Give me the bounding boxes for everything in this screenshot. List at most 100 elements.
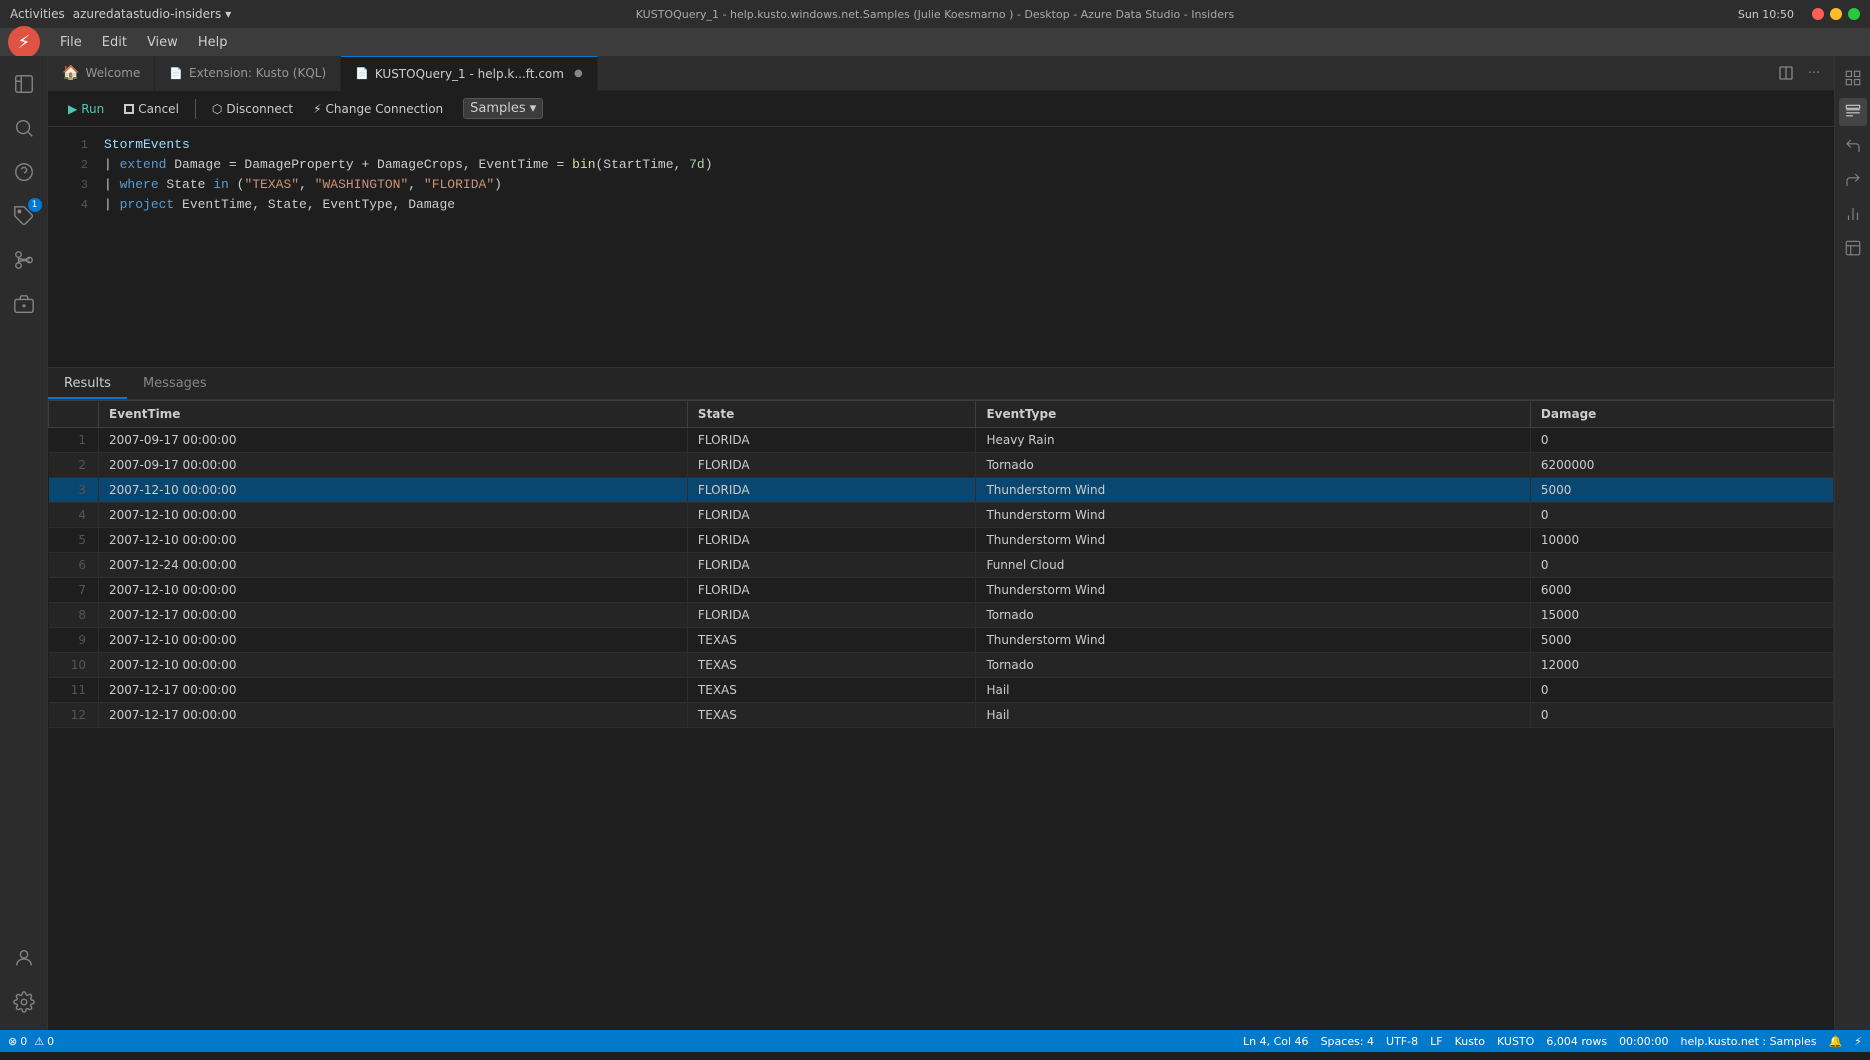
database-selector[interactable]: Samples ▾: [463, 98, 543, 119]
code-token: Damage = DamageProperty + DamageCrops, E…: [166, 157, 572, 172]
table-row[interactable]: 52007-12-10 00:00:00FLORIDAThunderstorm …: [49, 528, 1834, 553]
row-number: 11: [49, 678, 99, 703]
code-editor[interactable]: 1StormEvents2| extend Damage = DamagePro…: [48, 127, 1834, 367]
right-panel-icon-4[interactable]: [1839, 166, 1867, 194]
code-line-1[interactable]: 1StormEvents: [48, 135, 1834, 155]
disconnect-icon: ⬡: [212, 102, 222, 116]
code-token: EventTime, State, EventType, Damage: [174, 197, 455, 212]
change-connection-button[interactable]: ⚡ Change Connection: [305, 99, 451, 119]
status-notification-icon[interactable]: 🔔: [1829, 1035, 1843, 1048]
table-row[interactable]: 32007-12-10 00:00:00FLORIDAThunderstorm …: [49, 478, 1834, 503]
status-line-col[interactable]: Ln 4, Col 46: [1243, 1035, 1309, 1048]
col-header-eventtime[interactable]: EventTime: [99, 401, 688, 428]
more-actions-btn[interactable]: ···: [1802, 61, 1826, 85]
cell-damage: 12000: [1530, 653, 1833, 678]
code-token: ,: [299, 177, 315, 192]
status-time[interactable]: 00:00:00: [1619, 1035, 1668, 1048]
cancel-button[interactable]: Cancel: [116, 99, 187, 119]
tab-close-icon[interactable]: ●: [574, 68, 583, 79]
tab-kusto-query[interactable]: 📄 KUSTOQuery_1 - help.k...ft.com ●: [341, 56, 598, 91]
col-header-state[interactable]: State: [687, 401, 976, 428]
menu-bar: ⚡ File Edit View Help: [0, 28, 1870, 56]
row-number: 9: [49, 628, 99, 653]
row-number: 2: [49, 453, 99, 478]
right-panel-icon-1[interactable]: [1839, 64, 1867, 92]
code-line-3[interactable]: 3| where State in ("TEXAS", "WASHINGTON"…: [48, 175, 1834, 195]
cell-eventtype: Thunderstorm Wind: [976, 528, 1530, 553]
cell-state: FLORIDA: [687, 428, 976, 453]
row-number: 6: [49, 553, 99, 578]
window-close-btn[interactable]: [1812, 8, 1824, 20]
right-panel-icon-3[interactable]: [1839, 132, 1867, 160]
status-errors[interactable]: ⊗ 0 ⚠ 0: [8, 1035, 54, 1048]
menu-file[interactable]: File: [52, 33, 90, 52]
activity-icon-extensions[interactable]: 1: [4, 196, 44, 236]
table-row[interactable]: 22007-09-17 00:00:00FLORIDATornado620000…: [49, 453, 1834, 478]
code-line-4[interactable]: 4| project EventTime, State, EventType, …: [48, 195, 1834, 215]
warning-count: 0: [47, 1035, 54, 1048]
run-icon: ▶: [68, 102, 77, 116]
col-header-eventtype[interactable]: EventType: [976, 401, 1530, 428]
col-header-damage[interactable]: Damage: [1530, 401, 1833, 428]
activity-icon-source-control[interactable]: [4, 240, 44, 280]
status-server[interactable]: help.kusto.net : Samples: [1680, 1035, 1816, 1048]
cell-eventtime: 2007-12-17 00:00:00: [99, 703, 688, 728]
results-table: EventTime State EventType Damage 12007-0…: [48, 400, 1834, 728]
right-panel-icon-2[interactable]: [1839, 98, 1867, 126]
menu-help[interactable]: Help: [190, 33, 236, 52]
tab-kusto-ext[interactable]: 📄 Extension: Kusto (KQL): [155, 56, 341, 91]
table-row[interactable]: 102007-12-10 00:00:00TEXASTornado12000: [49, 653, 1834, 678]
table-row[interactable]: 72007-12-10 00:00:00FLORIDAThunderstorm …: [49, 578, 1834, 603]
table-row[interactable]: 82007-12-17 00:00:00FLORIDATornado15000: [49, 603, 1834, 628]
right-panel-icon-5[interactable]: [1839, 200, 1867, 228]
app-name[interactable]: azuredatastudio-insiders ▾: [73, 7, 232, 21]
status-language-server[interactable]: KUSTO: [1497, 1035, 1534, 1048]
activity-icon-search[interactable]: [4, 108, 44, 148]
table-row[interactable]: 112007-12-17 00:00:00TEXASHail0: [49, 678, 1834, 703]
tab-bar: 🏠 Welcome 📄 Extension: Kusto (KQL) 📄 KUS…: [48, 56, 1834, 91]
code-token: "FLORIDA": [424, 177, 494, 192]
table-row[interactable]: 122007-12-17 00:00:00TEXASHail0: [49, 703, 1834, 728]
status-bar-left: ⊗ 0 ⚠ 0: [8, 1035, 54, 1048]
results-table-container[interactable]: EventTime State EventType Damage 12007-0…: [48, 400, 1834, 1030]
tab-welcome-label: Welcome: [85, 66, 140, 80]
menu-edit[interactable]: Edit: [94, 33, 135, 52]
code-token: ): [705, 157, 713, 172]
activity-icon-help[interactable]: [4, 152, 44, 192]
table-row[interactable]: 92007-12-10 00:00:00TEXASThunderstorm Wi…: [49, 628, 1834, 653]
table-row[interactable]: 12007-09-17 00:00:00FLORIDAHeavy Rain0: [49, 428, 1834, 453]
run-button[interactable]: ▶ Run: [60, 99, 112, 119]
database-selected: Samples: [470, 101, 526, 116]
activity-icon-files[interactable]: [4, 64, 44, 104]
disconnect-button[interactable]: ⬡ Disconnect: [204, 99, 301, 119]
status-sync-icon[interactable]: ⚡: [1854, 1035, 1862, 1048]
table-row[interactable]: 62007-12-24 00:00:00FLORIDAFunnel Cloud0: [49, 553, 1834, 578]
status-spaces[interactable]: Spaces: 4: [1321, 1035, 1374, 1048]
tab-welcome[interactable]: 🏠 Welcome: [48, 56, 155, 91]
status-encoding[interactable]: UTF-8: [1386, 1035, 1418, 1048]
right-panel-icon-6[interactable]: [1839, 234, 1867, 262]
tab-kusto-query-label: KUSTOQuery_1 - help.k...ft.com: [375, 67, 564, 81]
activity-icon-connections[interactable]: [4, 284, 44, 324]
code-token: State: [159, 177, 214, 192]
window-minimize-btn[interactable]: [1830, 8, 1842, 20]
activity-icon-settings[interactable]: [4, 982, 44, 1022]
code-token: "WASHINGTON": [315, 177, 409, 192]
results-tab-messages[interactable]: Messages: [127, 370, 223, 399]
activities-label[interactable]: Activities: [10, 7, 65, 21]
table-row[interactable]: 42007-12-10 00:00:00FLORIDAThunderstorm …: [49, 503, 1834, 528]
menu-view[interactable]: View: [139, 33, 186, 52]
results-tab-results[interactable]: Results: [48, 370, 127, 399]
split-editor-btn[interactable]: [1774, 61, 1798, 85]
code-line-2[interactable]: 2| extend Damage = DamageProperty + Dama…: [48, 155, 1834, 175]
cell-eventtype: Tornado: [976, 453, 1530, 478]
cell-eventtime: 2007-12-10 00:00:00: [99, 503, 688, 528]
col-header-rownum: [49, 401, 99, 428]
status-line-ending[interactable]: LF: [1430, 1035, 1442, 1048]
code-token: StormEvents: [104, 137, 190, 152]
results-tabs: Results Messages: [48, 368, 1834, 400]
status-rows[interactable]: 6,004 rows: [1546, 1035, 1607, 1048]
window-maximize-btn[interactable]: [1848, 8, 1860, 20]
activity-icon-account[interactable]: [4, 938, 44, 978]
status-language[interactable]: Kusto: [1455, 1035, 1485, 1048]
